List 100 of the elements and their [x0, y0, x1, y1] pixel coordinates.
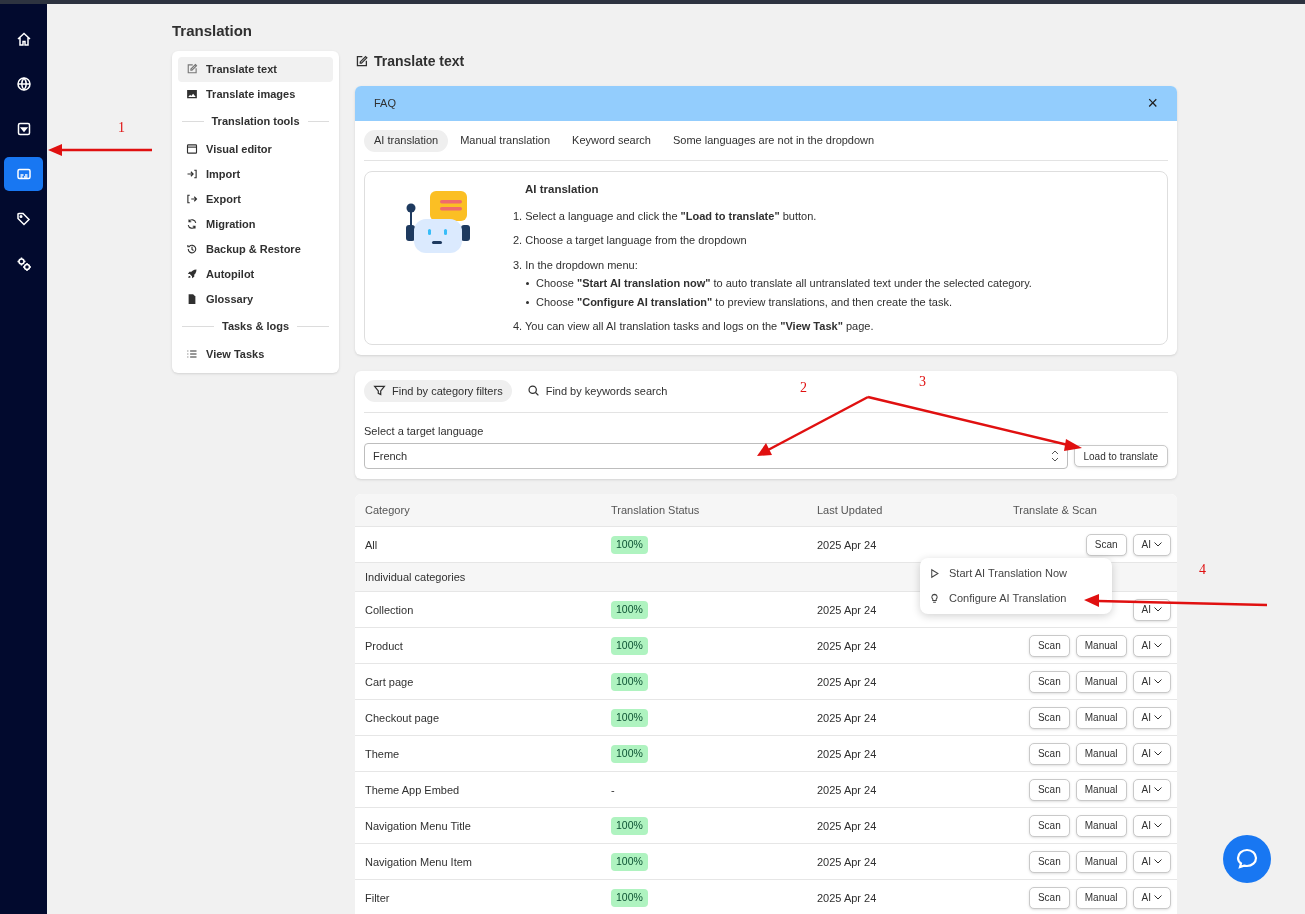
table-button[interactable]: Scan	[1028, 814, 1070, 837]
table-cell-text: 2025 Apr 24	[817, 537, 878, 553]
faq-heading: AI translation	[525, 181, 600, 197]
ai-dropdown-button[interactable]: AI	[1132, 814, 1171, 837]
chevron-down-icon	[1154, 895, 1162, 901]
status-badge: 100%	[611, 888, 648, 907]
table-button[interactable]: Manual	[1075, 634, 1127, 657]
table-cell-text: Checkout page	[365, 710, 440, 726]
table-cell-text: Theme App Embed	[365, 782, 461, 798]
ai-dropdown-button[interactable]: AI	[1132, 533, 1171, 556]
table-button[interactable]: Manual	[1075, 706, 1127, 729]
status-badge: 100%	[611, 600, 648, 619]
column-header: Category	[365, 503, 411, 518]
sidebar-item[interactable]: Visual editor	[178, 136, 333, 162]
table-button[interactable]: Scan	[1028, 850, 1070, 873]
sidebar-item[interactable]: Translate text	[178, 56, 333, 82]
ai-dropdown-button[interactable]: AI	[1132, 634, 1171, 657]
annotation-number: 2	[800, 381, 807, 395]
faq-tab[interactable]: Some languages are not in the dropdown	[662, 129, 885, 152]
annotation-number: 3	[919, 375, 926, 389]
sidebar-item[interactable]: Backup & Restore	[178, 236, 333, 262]
faq-tab[interactable]: Keyword search	[562, 129, 661, 152]
status-badge: 100%	[611, 636, 648, 655]
chat-button[interactable]	[1223, 835, 1271, 883]
faq-title: FAQ	[374, 95, 396, 111]
edit-icon	[355, 55, 368, 68]
table-button[interactable]: Manual	[1075, 742, 1127, 765]
ai-dropdown-button[interactable]: AI	[1132, 706, 1171, 729]
faq-tab[interactable]: AI translation	[364, 129, 449, 152]
chat-icon	[1235, 847, 1259, 871]
chevron-down-icon	[1154, 679, 1162, 685]
subtitles-icon	[15, 166, 32, 182]
ai-dropdown-button[interactable]: AI	[1132, 670, 1171, 693]
table-button[interactable]: Manual	[1075, 886, 1127, 909]
sidebar-item[interactable]: Translate images	[178, 81, 333, 107]
table-button[interactable]: Scan	[1028, 634, 1070, 657]
dropdown-icon	[15, 121, 32, 137]
chevron-down-icon	[1154, 607, 1162, 613]
sync-icon	[186, 218, 198, 230]
table-button[interactable]: Scan	[1028, 886, 1070, 909]
chevron-down-icon	[1154, 823, 1162, 829]
ai-dropdown-button[interactable]: AI	[1132, 742, 1171, 765]
ai-dropdown-button[interactable]: AI	[1132, 886, 1171, 909]
table-button[interactable]: Scan	[1085, 533, 1127, 556]
globe-icon	[15, 76, 32, 92]
chevron-down-icon	[1154, 859, 1162, 865]
section-heading: Translation tools	[211, 114, 300, 130]
sidebar-item[interactable]: Glossary	[178, 286, 333, 312]
menu-item[interactable]: Configure AI Translation	[920, 586, 1112, 611]
section-heading: Tasks & logs	[222, 319, 290, 335]
filter-tab[interactable]: Find by category filters	[364, 379, 512, 402]
instruction-bullet: Choose "Configure AI translation" to preview translations, and then create the task.	[536, 294, 952, 310]
status-badge: 100%	[611, 816, 648, 835]
table-button[interactable]: Scan	[1028, 670, 1070, 693]
image-icon	[186, 88, 198, 100]
table-button[interactable]: Manual	[1075, 814, 1127, 837]
table-cell-text: Theme	[365, 746, 401, 762]
table-cell-text: Collection	[365, 602, 415, 618]
instruction-step: 1. Select a language and click the "Load to translate" button.	[513, 207, 1032, 225]
table-cell-text: Product	[365, 638, 404, 654]
table-cell-text: 2025 Apr 24	[817, 746, 878, 762]
table-cell-text: Filter	[365, 890, 391, 906]
filter-icon	[373, 384, 386, 398]
sidebar-item[interactable]: Autopilot	[178, 261, 333, 287]
annotation-number: 4	[1199, 563, 1206, 577]
sidebar-item[interactable]: Export	[178, 186, 333, 212]
filter-tab[interactable]: Find by keywords search	[517, 379, 677, 402]
group-label: Individual categories	[365, 570, 466, 585]
window-icon	[186, 143, 198, 155]
table-button[interactable]: Scan	[1028, 778, 1070, 801]
ai-dropdown-button[interactable]: AI	[1132, 598, 1171, 621]
search-icon	[526, 384, 540, 398]
table-button[interactable]: Manual	[1075, 670, 1127, 693]
language-select[interactable]: French	[364, 443, 1068, 470]
close-button[interactable]: ×	[1147, 94, 1158, 112]
chevron-down-icon	[1154, 751, 1162, 757]
faq-tab[interactable]: Manual translation	[450, 129, 561, 152]
chevron-down-icon	[1154, 643, 1162, 649]
load-button[interactable]: Load to translate	[1073, 445, 1168, 468]
table-button[interactable]: Manual	[1075, 778, 1127, 801]
sidebar-item[interactable]: Migration	[178, 211, 333, 237]
ai-dropdown-button[interactable]: AI	[1132, 778, 1171, 801]
instruction-bullet: Choose "Start AI translation now" to auto translate all untranslated text under the selected category.	[536, 276, 1032, 292]
table-button[interactable]: Scan	[1028, 706, 1070, 729]
lightbulb-icon	[929, 593, 940, 604]
chevron-down-icon	[1154, 542, 1162, 548]
table-cell-text: 2025 Apr 24	[817, 710, 878, 726]
sidebar-item[interactable]: Import	[178, 161, 333, 187]
menu-item[interactable]: Start AI Translation Now	[920, 561, 1112, 586]
chevron-down-icon	[1154, 787, 1162, 793]
export-icon	[186, 193, 198, 205]
rocket-icon	[186, 268, 198, 280]
ai-dropdown-button[interactable]: AI	[1132, 850, 1171, 873]
rail-button[interactable]	[4, 157, 43, 191]
sidebar-item[interactable]: View Tasks	[178, 341, 333, 367]
table-cell-text: 2025 Apr 24	[817, 854, 878, 870]
table-button[interactable]: Manual	[1075, 850, 1127, 873]
table-button[interactable]: Scan	[1028, 742, 1070, 765]
field-label: Select a target language	[364, 423, 485, 439]
status-badge: 100%	[611, 708, 648, 727]
